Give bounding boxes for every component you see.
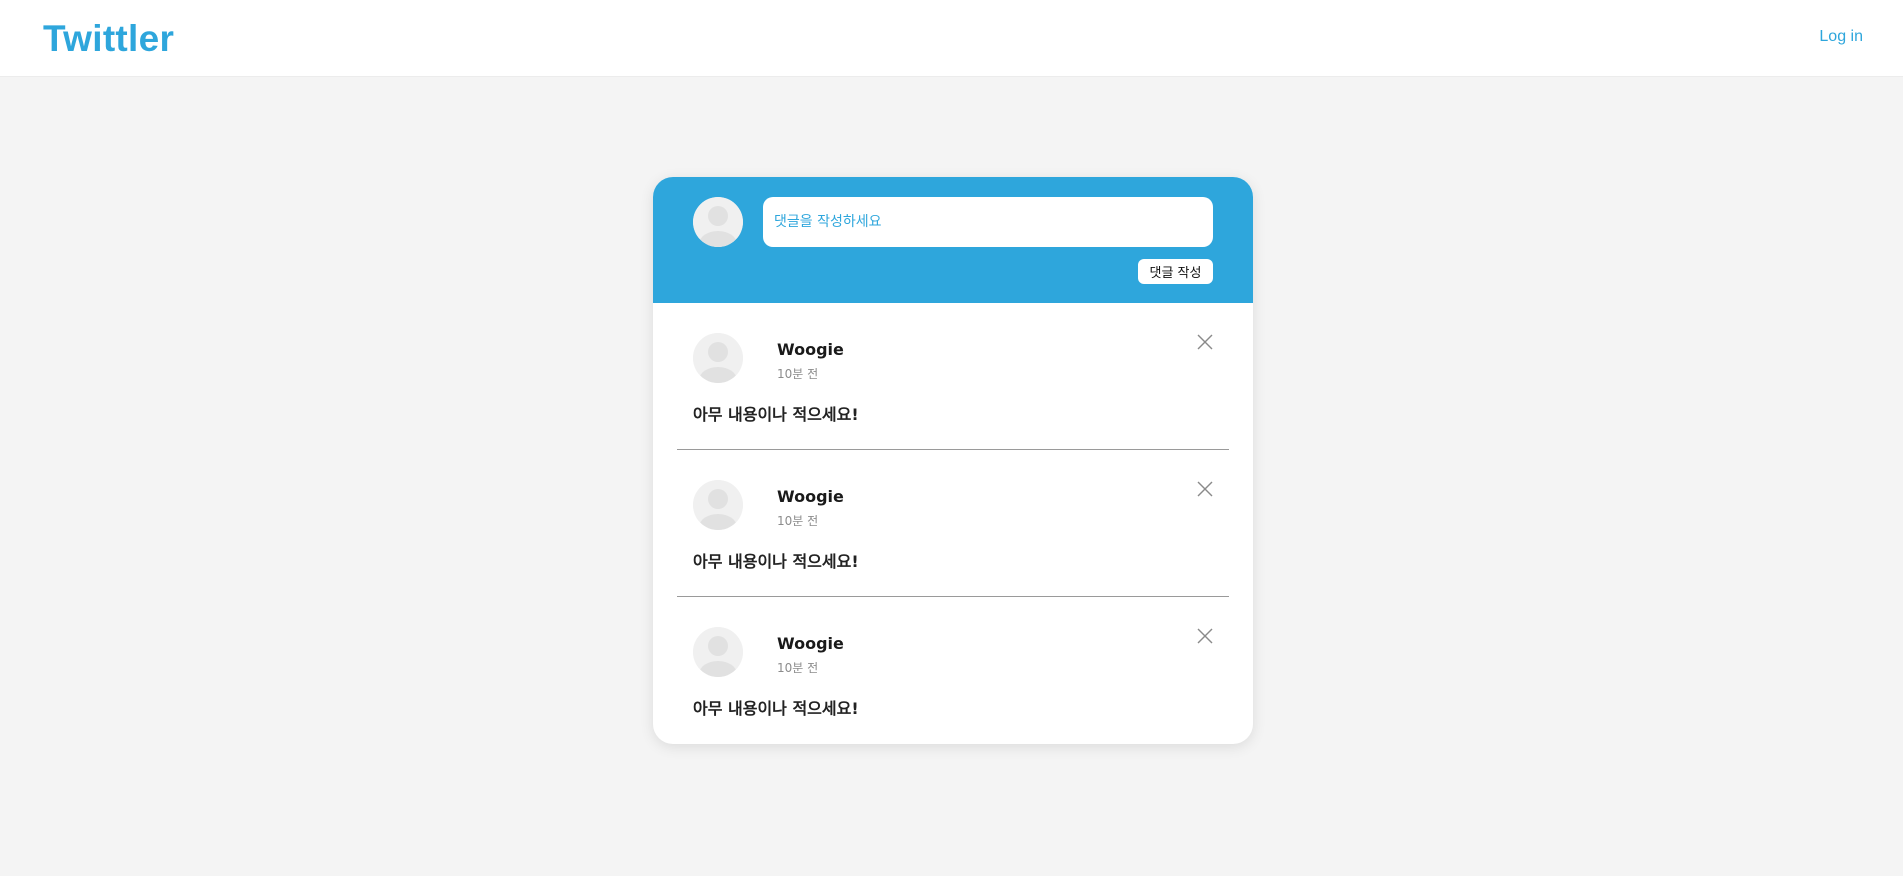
submit-comment-button[interactable]: 댓글 작성: [1138, 259, 1213, 284]
login-link[interactable]: Log in: [1819, 28, 1863, 46]
close-icon[interactable]: [1196, 480, 1214, 498]
comment-time: 10분 전: [777, 661, 819, 675]
app-logo[interactable]: Twittler: [43, 18, 174, 60]
comment-text: 아무 내용이나 적으세요!: [693, 405, 859, 424]
user-avatar-icon: [693, 197, 743, 247]
comment-list: Woogie 10분 전 아무 내용이나 적으세요! Woogie 10분 전: [653, 303, 1253, 744]
comment-author: Woogie: [777, 340, 844, 359]
comments-card: 댓글 작성 Woogie 10분 전 아무 내용이나 적으세요!: [653, 177, 1253, 744]
comment-time: 10분 전: [777, 514, 819, 528]
comment-composer: 댓글 작성: [653, 177, 1253, 303]
user-avatar-icon: [693, 333, 743, 383]
user-avatar-icon: [693, 627, 743, 677]
top-nav-bar: Twittler Log in: [0, 0, 1903, 77]
user-avatar-icon: [693, 480, 743, 530]
comment-time: 10분 전: [777, 367, 819, 381]
comment-text: 아무 내용이나 적으세요!: [693, 552, 859, 571]
comment-item: Woogie 10분 전 아무 내용이나 적으세요!: [677, 597, 1229, 744]
comment-author: Woogie: [777, 487, 844, 506]
comment-author: Woogie: [777, 634, 844, 653]
comment-input[interactable]: [763, 197, 1213, 247]
comment-text: 아무 내용이나 적으세요!: [693, 699, 859, 718]
comment-item: Woogie 10분 전 아무 내용이나 적으세요!: [677, 450, 1229, 597]
comment-item: Woogie 10분 전 아무 내용이나 적으세요!: [677, 303, 1229, 450]
close-icon[interactable]: [1196, 333, 1214, 351]
close-icon[interactable]: [1196, 627, 1214, 645]
